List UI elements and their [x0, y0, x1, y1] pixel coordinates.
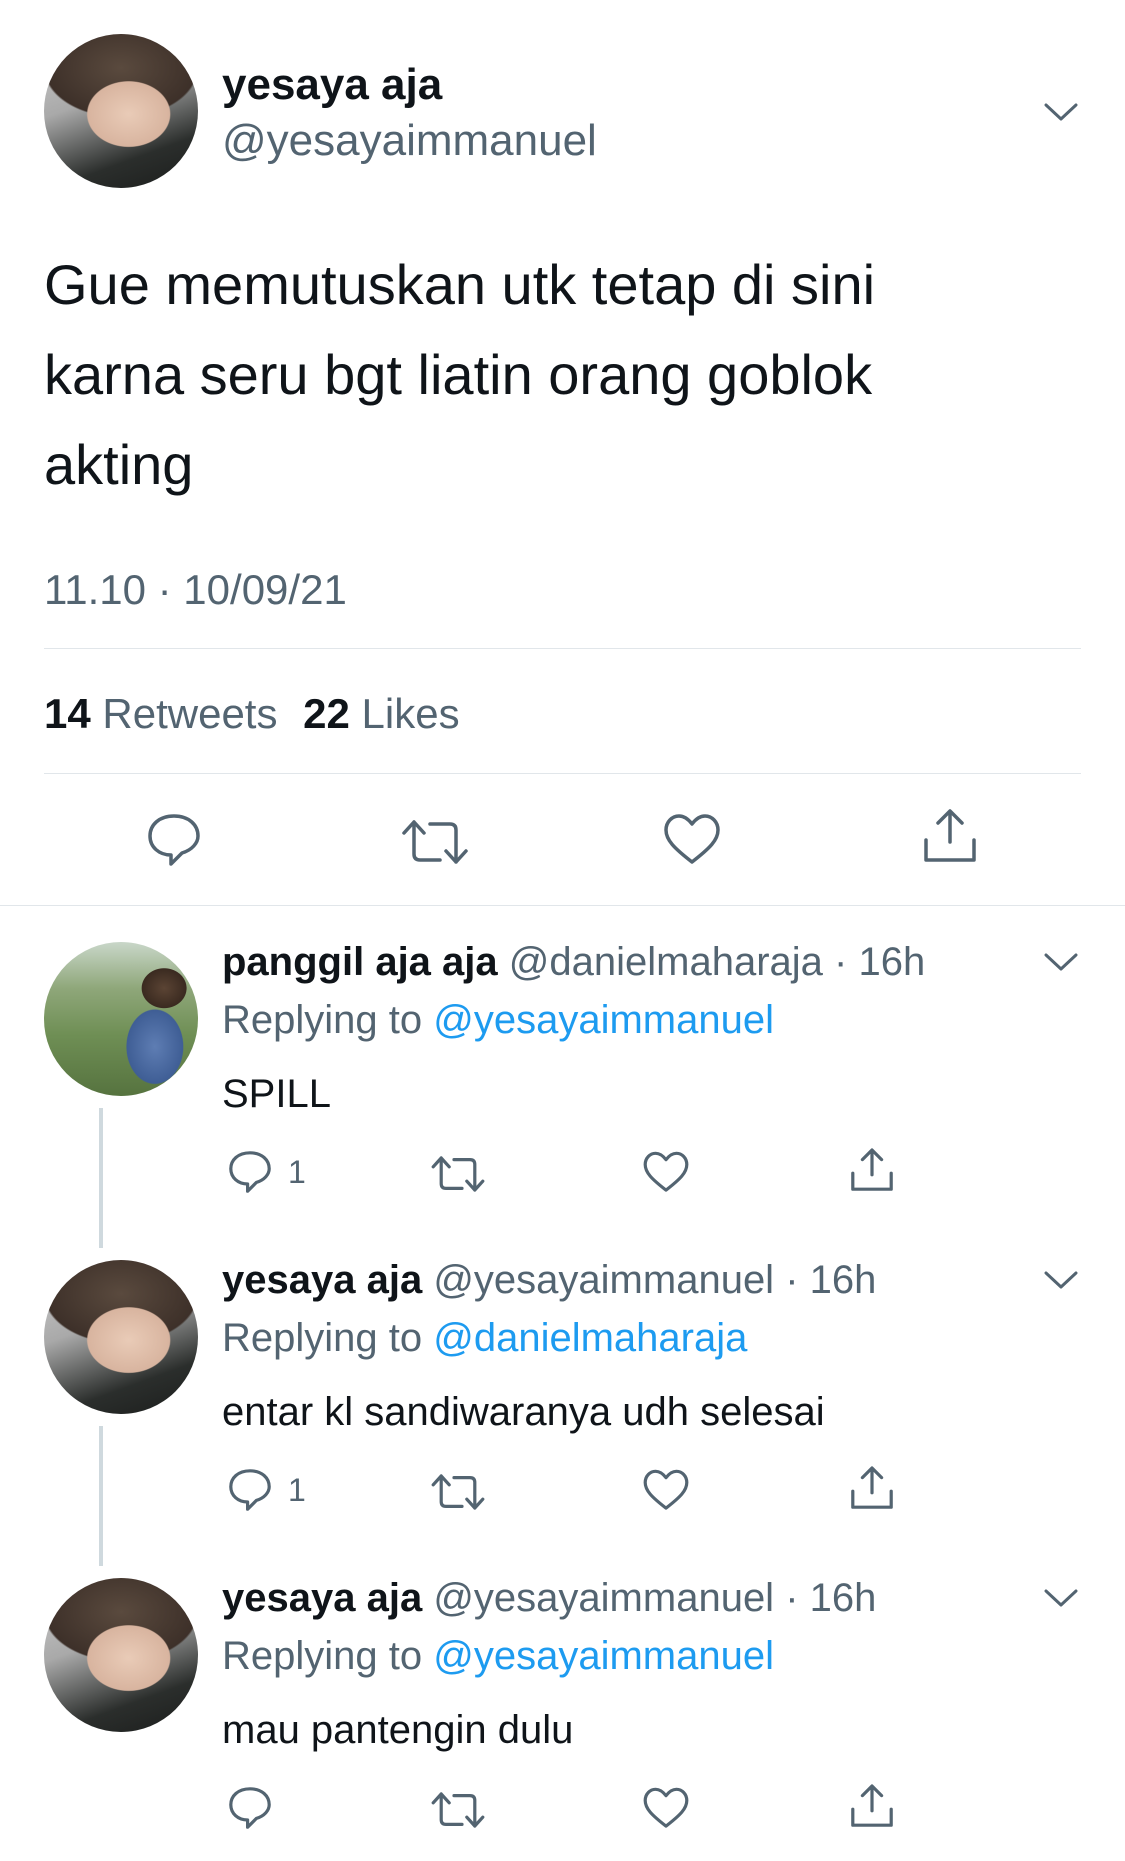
chevron-down-icon[interactable] — [1044, 952, 1078, 972]
reply-icon[interactable] — [226, 1148, 274, 1196]
retweets-count: 14 — [44, 690, 91, 737]
reply-time[interactable]: · 16h — [834, 940, 925, 984]
chevron-down-icon[interactable] — [1044, 102, 1078, 122]
reply-header: yesaya aja @yesayaimmanuel · 16h — [222, 1576, 876, 1621]
reply-handle[interactable]: @danielmaharaja — [509, 940, 823, 984]
retweets-label: Retweets — [102, 690, 278, 737]
author-handle[interactable]: @yesayaimmanuel — [222, 116, 597, 166]
reply-count: 1 — [288, 1154, 306, 1190]
share-icon[interactable] — [848, 1146, 896, 1194]
divider — [0, 905, 1125, 906]
reply-display-name[interactable]: yesaya aja — [222, 1258, 422, 1302]
likes-label: Likes — [361, 690, 460, 737]
divider — [44, 773, 1081, 774]
reply-time[interactable]: · 16h — [785, 1258, 876, 1302]
reply-avatar[interactable] — [44, 1578, 198, 1732]
tweet-stats: 14 Retweets 22 Likes — [44, 690, 460, 738]
share-icon[interactable] — [920, 806, 980, 866]
replying-to-handle[interactable]: @yesayaimmanuel — [433, 998, 774, 1042]
retweets-stat[interactable]: 14 Retweets — [44, 690, 289, 737]
reply-avatar[interactable] — [44, 942, 198, 1096]
like-icon[interactable] — [642, 1786, 690, 1831]
retweet-icon[interactable] — [400, 812, 470, 872]
thread-line — [99, 1108, 103, 1248]
share-icon[interactable] — [848, 1782, 896, 1830]
replying-to-label: Replying to — [222, 1634, 423, 1678]
reply-header: panggil aja aja @danielmaharaja · 16h — [222, 940, 925, 985]
tweet-text-line: akting — [44, 433, 194, 496]
replying-to: Replying to @yesayaimmanuel — [222, 998, 774, 1043]
like-icon[interactable] — [642, 1468, 690, 1513]
likes-stat[interactable]: 22 Likes — [303, 690, 459, 737]
reply-handle[interactable]: @yesayaimmanuel — [433, 1576, 774, 1620]
share-icon[interactable] — [848, 1464, 896, 1512]
reply-icon[interactable] — [226, 1466, 274, 1514]
reply-time[interactable]: · 16h — [785, 1576, 876, 1620]
author-display-name[interactable]: yesaya aja — [222, 60, 442, 110]
replying-to: Replying to @danielmaharaja — [222, 1316, 747, 1361]
reply-handle[interactable]: @yesayaimmanuel — [433, 1258, 774, 1302]
tweet-text-line: Gue memutuskan utk tetap di sini — [44, 253, 876, 316]
chevron-down-icon[interactable] — [1044, 1270, 1078, 1290]
like-icon[interactable] — [642, 1150, 690, 1195]
chevron-down-icon[interactable] — [1044, 1588, 1078, 1608]
retweet-icon[interactable] — [430, 1468, 486, 1516]
tweet-text: Gue memutuskan utk tetap di sini karna s… — [44, 240, 1084, 510]
replying-to-label: Replying to — [222, 1316, 423, 1360]
divider — [44, 648, 1081, 649]
author-avatar[interactable] — [44, 34, 198, 188]
reply-text: mau pantengin dulu — [222, 1708, 574, 1752]
thread-line — [99, 1426, 103, 1566]
tweet-timestamp[interactable]: 11.10 · 10/09/21 — [44, 566, 347, 614]
reply-text: entar kl sandiwaranya udh selesai — [222, 1390, 825, 1434]
reply-text: SPILL — [222, 1072, 331, 1116]
replying-to-handle[interactable]: @danielmaharaja — [433, 1316, 747, 1360]
tweet-text-line: karna seru bgt liatin orang goblok — [44, 343, 873, 406]
likes-count: 22 — [303, 690, 350, 737]
replying-to: Replying to @yesayaimmanuel — [222, 1634, 774, 1679]
reply-icon[interactable] — [144, 810, 204, 870]
replying-to-handle[interactable]: @yesayaimmanuel — [433, 1634, 774, 1678]
reply-display-name[interactable]: panggil aja aja — [222, 940, 498, 984]
like-icon[interactable] — [662, 812, 722, 868]
reply-avatar[interactable] — [44, 1260, 198, 1414]
retweet-icon[interactable] — [430, 1150, 486, 1198]
reply-icon[interactable] — [226, 1784, 274, 1832]
reply-header: yesaya aja @yesayaimmanuel · 16h — [222, 1258, 876, 1303]
retweet-icon[interactable] — [430, 1786, 486, 1834]
reply-display-name[interactable]: yesaya aja — [222, 1576, 422, 1620]
reply-count: 1 — [288, 1472, 306, 1508]
replying-to-label: Replying to — [222, 998, 423, 1042]
